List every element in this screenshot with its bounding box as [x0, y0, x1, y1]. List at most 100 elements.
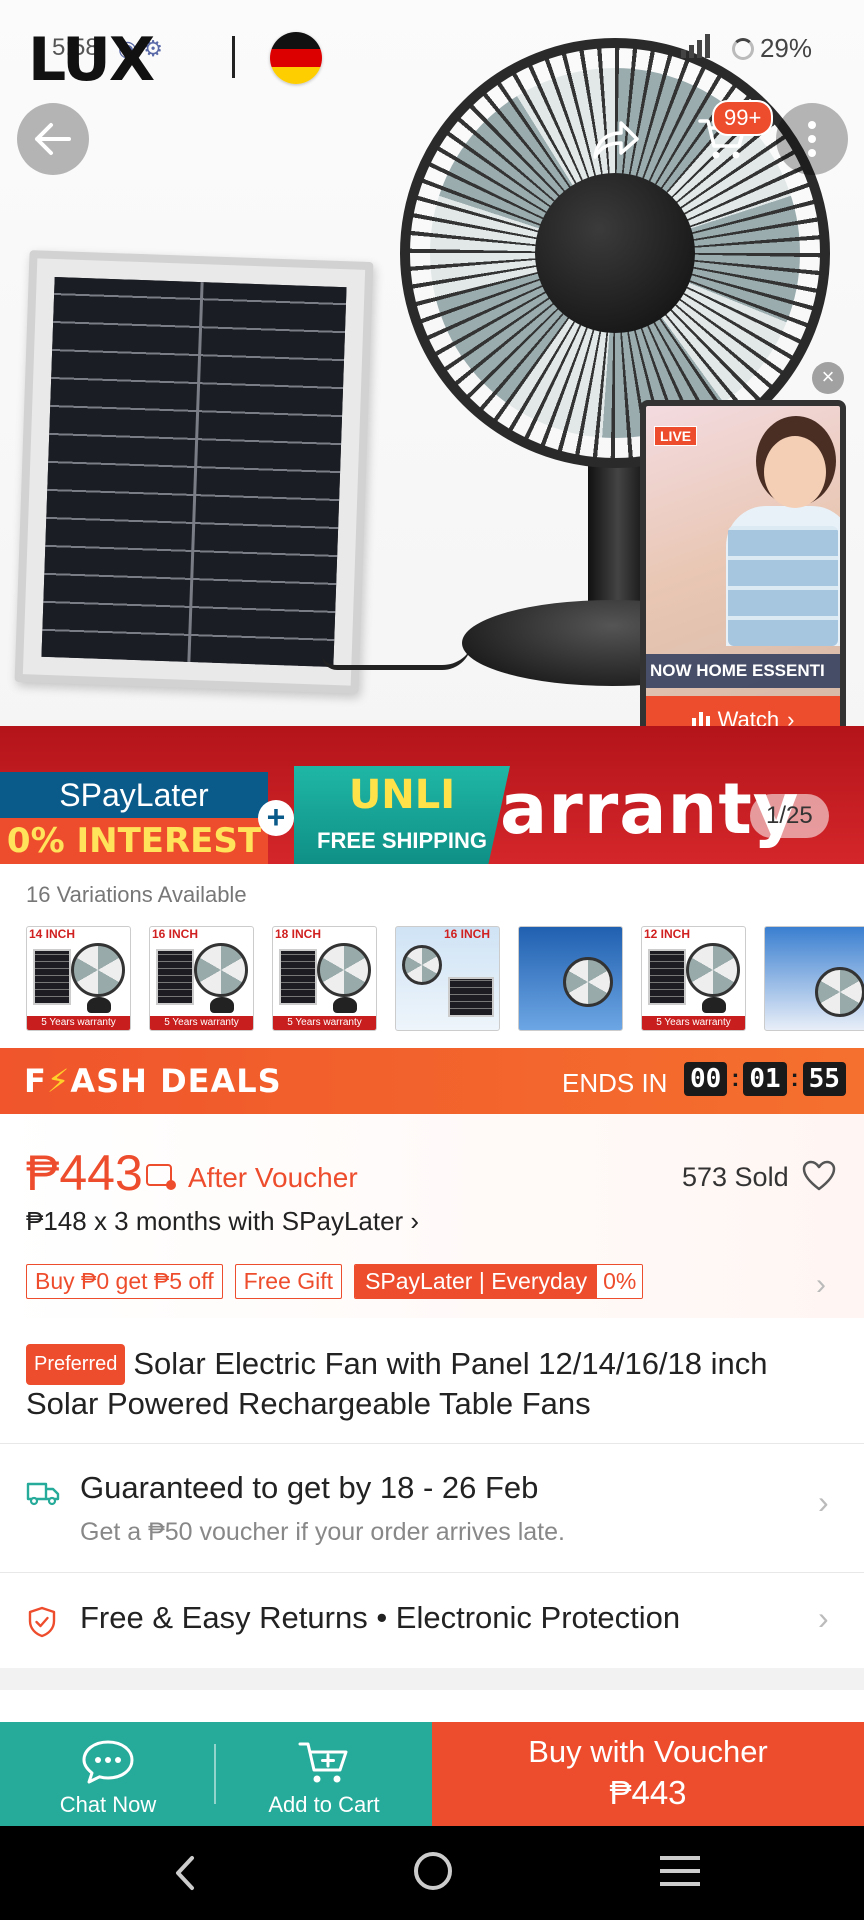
logo-divider — [232, 36, 235, 78]
shield-check-icon — [28, 1606, 56, 1638]
returns-text: Free & Easy Returns • Electronic Protect… — [80, 1600, 681, 1635]
variation-warranty-label: 5 Years warranty — [150, 1016, 253, 1030]
live-tag: LIVE — [654, 426, 698, 446]
timer-seconds: 55 — [802, 1062, 846, 1096]
system-nav-bar — [0, 1826, 864, 1920]
variation-warranty-label: 5 Years warranty — [273, 1016, 376, 1030]
battery-level: 29% — [759, 33, 812, 63]
variation-size-label: 12 INCH — [644, 927, 691, 941]
chat-now-label: Chat Now — [59, 1792, 157, 1817]
signal-icon — [681, 34, 710, 58]
chevron-right-icon[interactable]: › — [816, 1268, 826, 1302]
chat-now-button[interactable]: Chat Now — [0, 1722, 216, 1826]
promo-tag-spaylater[interactable]: SPayLater | Everyday 0% — [354, 1264, 644, 1299]
share-button[interactable] — [580, 103, 652, 175]
flash-deals-bar[interactable]: F⚡ASH DEALS ENDS IN 00 : 01 : 55 — [0, 1048, 864, 1114]
plus-icon: + — [258, 800, 294, 836]
chevron-right-icon: › — [818, 1484, 829, 1520]
fan-stand-image — [588, 460, 648, 620]
live-product-boxes — [728, 526, 838, 646]
back-button[interactable] — [17, 103, 89, 175]
add-to-cart-button[interactable]: Add to Cart — [216, 1722, 432, 1826]
battery-icon — [731, 37, 754, 60]
promo-unli-shipping: UNLI FREE SHIPPING — [294, 766, 510, 864]
germany-flag-icon — [270, 32, 322, 84]
countdown-timer: 00 : 01 : 55 — [684, 1062, 846, 1096]
delivery-date: Guaranteed to get by 18 - 26 Feb — [80, 1470, 539, 1505]
live-close-button[interactable]: × — [812, 362, 844, 394]
flash-title-prefix: F — [24, 1062, 47, 1100]
product-image-carousel[interactable]: 5:58 ◉ ⚙ 29% LUX 99+ × LIVE NOW HOME ESS… — [0, 0, 864, 864]
variation-warranty-label: 5 Years warranty — [642, 1016, 745, 1030]
promo-tags[interactable]: Buy ₱0 get ₱5 off Free Gift SPayLater | … — [26, 1264, 644, 1299]
variation-thumb[interactable]: 14 INCH 5 Years warranty — [26, 926, 131, 1031]
variation-size-label: 14 INCH — [29, 927, 76, 941]
variation-warranty-label: 5 Years warranty — [27, 1016, 130, 1030]
variations-title[interactable]: 16 Variations Available — [26, 882, 247, 908]
product-title-text: Solar Electric Fan with Panel 12/14/16/1… — [26, 1346, 768, 1421]
variation-thumb[interactable]: 16 INCH 5 Years warranty — [149, 926, 254, 1031]
bottom-action-bar: Chat Now Add to Cart Buy with Voucher ₱4… — [0, 1722, 864, 1826]
flash-deals-title: F⚡ASH DEALS — [24, 1062, 282, 1100]
nav-home-icon[interactable] — [414, 1852, 452, 1890]
battery-indicator: 29% — [731, 33, 812, 64]
voucher-icon — [146, 1164, 176, 1190]
chat-icon — [82, 1740, 134, 1784]
delivery-voucher-note: Get a ₱50 voucher if your order arrives … — [80, 1518, 565, 1546]
returns-protection-row[interactable]: Free & Easy Returns • Electronic Protect… — [0, 1572, 864, 1668]
promo-spaylater: SPayLater 0% INTEREST — [0, 772, 268, 864]
installment-link[interactable]: ₱148 x 3 months with SPayLater › — [26, 1206, 419, 1237]
promo-interest-label: 0% INTEREST — [0, 818, 268, 864]
more-options-button[interactable] — [776, 103, 848, 175]
spaylater-tag-label: SPayLater | Everyday — [355, 1265, 598, 1298]
add-to-cart-icon — [298, 1742, 348, 1783]
variation-thumb[interactable]: 12 INCH 5 Years warranty — [641, 926, 746, 1031]
nav-recents-icon[interactable] — [660, 1856, 700, 1886]
share-icon — [593, 121, 639, 159]
promo-banner: arranty SPayLater 0% INTEREST UNLI FREE … — [0, 726, 864, 864]
fan-hub-image — [535, 173, 695, 333]
nav-back-icon[interactable] — [164, 1850, 210, 1896]
variation-thumb[interactable] — [764, 926, 864, 1031]
variations-list: 14 INCH 5 Years warranty 16 INCH 5 Years… — [26, 926, 864, 1032]
lightning-icon: ⚡ — [46, 1062, 71, 1100]
timer-hours: 00 — [684, 1062, 728, 1096]
promo-unli-label: UNLI — [348, 772, 456, 818]
promo-tag-gift[interactable]: Free Gift — [234, 1264, 343, 1299]
add-to-cart-label: Add to Cart — [268, 1792, 380, 1817]
buy-price: ₱443 — [609, 1774, 687, 1811]
panel-cable — [322, 640, 472, 670]
image-counter: 1/25 — [750, 794, 829, 838]
buy-with-voucher-button[interactable]: Buy with Voucher ₱443 — [432, 1722, 864, 1826]
promo-free-shipping-label: FREE SHIPPING — [317, 828, 487, 853]
arrow-left-icon — [35, 123, 71, 155]
truck-icon — [26, 1482, 60, 1506]
delivery-guarantee-row[interactable]: Guaranteed to get by 18 - 26 Feb Get a ₱… — [0, 1444, 864, 1572]
live-host-face — [764, 436, 826, 508]
price-section: ₱443 After Voucher 573 Sold ₱148 x 3 mon… — [0, 1114, 864, 1318]
section-gap — [0, 1668, 864, 1690]
variation-size-label: 18 INCH — [275, 927, 322, 941]
preferred-badge: Preferred — [26, 1344, 126, 1385]
product-title: Preferred Solar Electric Fan with Panel 1… — [26, 1344, 846, 1422]
variation-thumb[interactable]: 18 INCH 5 Years warranty — [272, 926, 377, 1031]
heart-icon[interactable] — [802, 1160, 836, 1192]
sold-count: 573 Sold — [682, 1162, 789, 1192]
variation-size-label: 16 INCH — [152, 927, 199, 941]
brand-logo: LUX — [28, 25, 155, 95]
more-vertical-icon — [808, 121, 816, 157]
promo-tag-voucher[interactable]: Buy ₱0 get ₱5 off — [26, 1264, 223, 1299]
cart-count-badge: 99+ — [712, 100, 774, 136]
spaylater-tag-rate: 0% — [597, 1265, 643, 1298]
live-ticker: NOW HOME ESSENTI — [646, 654, 840, 688]
after-voucher-label: After Voucher — [188, 1162, 358, 1193]
variation-thumb[interactable]: 16 INCH — [395, 926, 500, 1031]
live-stream-card[interactable]: LIVE NOW HOME ESSENTI Watch › — [640, 400, 846, 750]
flash-title-suffix: ASH DEALS — [70, 1062, 282, 1100]
flash-ends-label: ENDS IN — [562, 1068, 668, 1098]
solar-panel-image — [14, 250, 374, 694]
timer-minutes: 01 — [743, 1062, 787, 1096]
variation-size-label: 16 INCH — [444, 927, 491, 941]
variation-thumb[interactable] — [518, 926, 623, 1031]
chevron-right-icon: › — [818, 1600, 829, 1636]
